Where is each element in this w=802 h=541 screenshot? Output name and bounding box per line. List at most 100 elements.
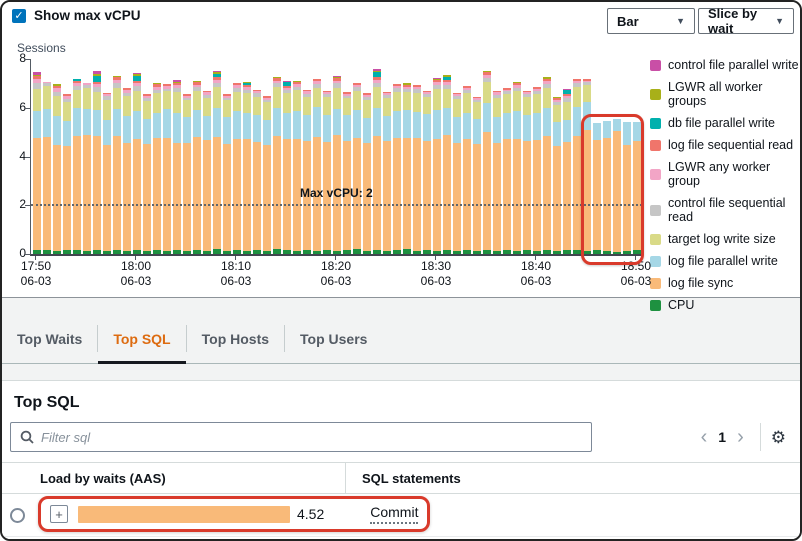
bar-segment — [453, 117, 461, 143]
chart-bar[interactable] — [173, 80, 181, 254]
bar-segment — [33, 89, 41, 111]
chart-bar[interactable] — [433, 78, 441, 254]
chart-bar[interactable] — [263, 96, 271, 254]
next-page-button[interactable]: › — [731, 427, 750, 447]
chart-bar[interactable] — [333, 76, 341, 254]
chart-bar[interactable] — [483, 71, 491, 254]
chart-bar[interactable] — [303, 90, 311, 254]
chart-bar[interactable] — [613, 119, 621, 254]
chart-bar[interactable] — [463, 86, 471, 254]
chart-bar[interactable] — [603, 121, 611, 254]
x-axis-tick-label: 18:50 06-03 — [606, 259, 666, 289]
chart-bar[interactable] — [203, 91, 211, 254]
legend-item: db file parallel write — [650, 116, 800, 130]
table-row-partial[interactable] — [2, 537, 800, 541]
chart-bar[interactable] — [33, 72, 41, 254]
chart-bar[interactable] — [193, 81, 201, 254]
chart-bar[interactable] — [423, 91, 431, 254]
expand-row-button[interactable]: + — [50, 505, 68, 523]
bar-segment — [463, 250, 471, 254]
chart-bar[interactable] — [93, 71, 101, 254]
chart-bar[interactable] — [523, 91, 531, 254]
chart-bar[interactable] — [103, 93, 111, 254]
chart-bar[interactable] — [163, 84, 171, 254]
chart-bar[interactable] — [593, 123, 601, 254]
settings-gear-button[interactable]: ⚙ — [771, 429, 786, 446]
row-radio-button[interactable] — [10, 508, 25, 523]
chart-bar[interactable] — [233, 83, 241, 254]
chart-bar[interactable] — [143, 94, 151, 254]
bar-segment — [133, 111, 141, 139]
chart-bar[interactable] — [583, 79, 591, 254]
chart-bar[interactable] — [393, 84, 401, 254]
sql-statement-link[interactable]: Commit — [370, 504, 418, 524]
chart-bar[interactable] — [563, 89, 571, 254]
bar-segment — [323, 97, 331, 115]
bar-segment — [373, 108, 381, 136]
chart-bar[interactable] — [413, 85, 421, 254]
chart-bar[interactable] — [573, 79, 581, 254]
filter-sql-text-field[interactable] — [34, 430, 591, 445]
chart-bar[interactable] — [153, 83, 161, 254]
bar-segment — [583, 85, 591, 102]
tab-top-hosts[interactable]: Top Hosts — [187, 314, 284, 363]
chart-bar[interactable] — [243, 82, 251, 254]
bar-segment — [623, 145, 631, 251]
tab-top-sql[interactable]: Top SQL — [98, 314, 185, 363]
table-row[interactable]: + 4.52 Commit — [2, 494, 800, 537]
chart-bar[interactable] — [633, 122, 641, 254]
chart-bar[interactable] — [283, 81, 291, 254]
chart-bar[interactable] — [353, 83, 361, 254]
chart-type-dropdown[interactable]: Bar ▼ — [607, 8, 695, 34]
chart-bar[interactable] — [223, 94, 231, 254]
chart-bar[interactable] — [293, 81, 301, 254]
chart-bar[interactable] — [363, 93, 371, 254]
chart-bar[interactable] — [43, 82, 51, 254]
chart-bar[interactable] — [113, 76, 121, 254]
chart-bar[interactable] — [553, 97, 561, 254]
chart-type-value: Bar — [617, 14, 639, 29]
chart-bar[interactable] — [53, 84, 61, 254]
chart-bar[interactable] — [213, 71, 221, 254]
filter-sql-input[interactable] — [10, 422, 592, 452]
slice-by-dropdown[interactable]: Slice by wait ▼ — [698, 8, 794, 34]
chart-bar[interactable] — [323, 91, 331, 254]
chart-bar[interactable] — [543, 77, 551, 254]
chart-bar[interactable] — [383, 92, 391, 255]
chart-bar[interactable] — [623, 122, 631, 254]
chart-bar[interactable] — [493, 91, 501, 254]
chart-bar[interactable] — [253, 90, 261, 255]
legend-label: CPU — [668, 298, 694, 312]
chart-bar[interactable] — [343, 92, 351, 254]
chart-bar[interactable] — [453, 93, 461, 254]
tab-top-waits[interactable]: Top Waits — [2, 314, 97, 363]
prev-page-button[interactable]: ‹ — [695, 427, 714, 447]
chart-bar[interactable] — [183, 94, 191, 254]
chart-bar[interactable] — [83, 83, 91, 254]
chart-bar[interactable] — [503, 88, 511, 254]
bar-segment — [123, 116, 131, 143]
chart-bar[interactable] — [313, 79, 321, 254]
chart-bar[interactable] — [373, 69, 381, 254]
legend-item: log file sequential read — [650, 138, 800, 152]
tab-top-users[interactable]: Top Users — [285, 314, 382, 363]
db-load-chart-card: ✓ Show max vCPU Bar ▼ Slice by wait ▼ Se… — [2, 2, 800, 298]
chart-bar[interactable] — [273, 77, 281, 254]
bar-segment — [373, 250, 381, 254]
chart-bar[interactable] — [443, 75, 451, 254]
bar-segment — [213, 87, 221, 108]
bar-segment — [83, 109, 91, 136]
bar-segment — [253, 97, 261, 115]
chart-bar[interactable] — [133, 73, 141, 254]
bar-segment — [203, 116, 211, 140]
chart-bar[interactable] — [63, 94, 71, 254]
bar-segment — [213, 249, 221, 254]
chart-bar[interactable] — [473, 97, 481, 254]
chart-bar[interactable] — [73, 79, 81, 254]
chart-bar[interactable] — [513, 82, 521, 254]
page-number[interactable]: 1 — [713, 429, 731, 445]
chart-bar[interactable] — [533, 87, 541, 254]
show-max-vcpu-checkbox[interactable]: ✓ Show max vCPU — [12, 8, 141, 23]
chart-bar[interactable] — [403, 83, 411, 254]
chart-bar[interactable] — [123, 88, 131, 254]
